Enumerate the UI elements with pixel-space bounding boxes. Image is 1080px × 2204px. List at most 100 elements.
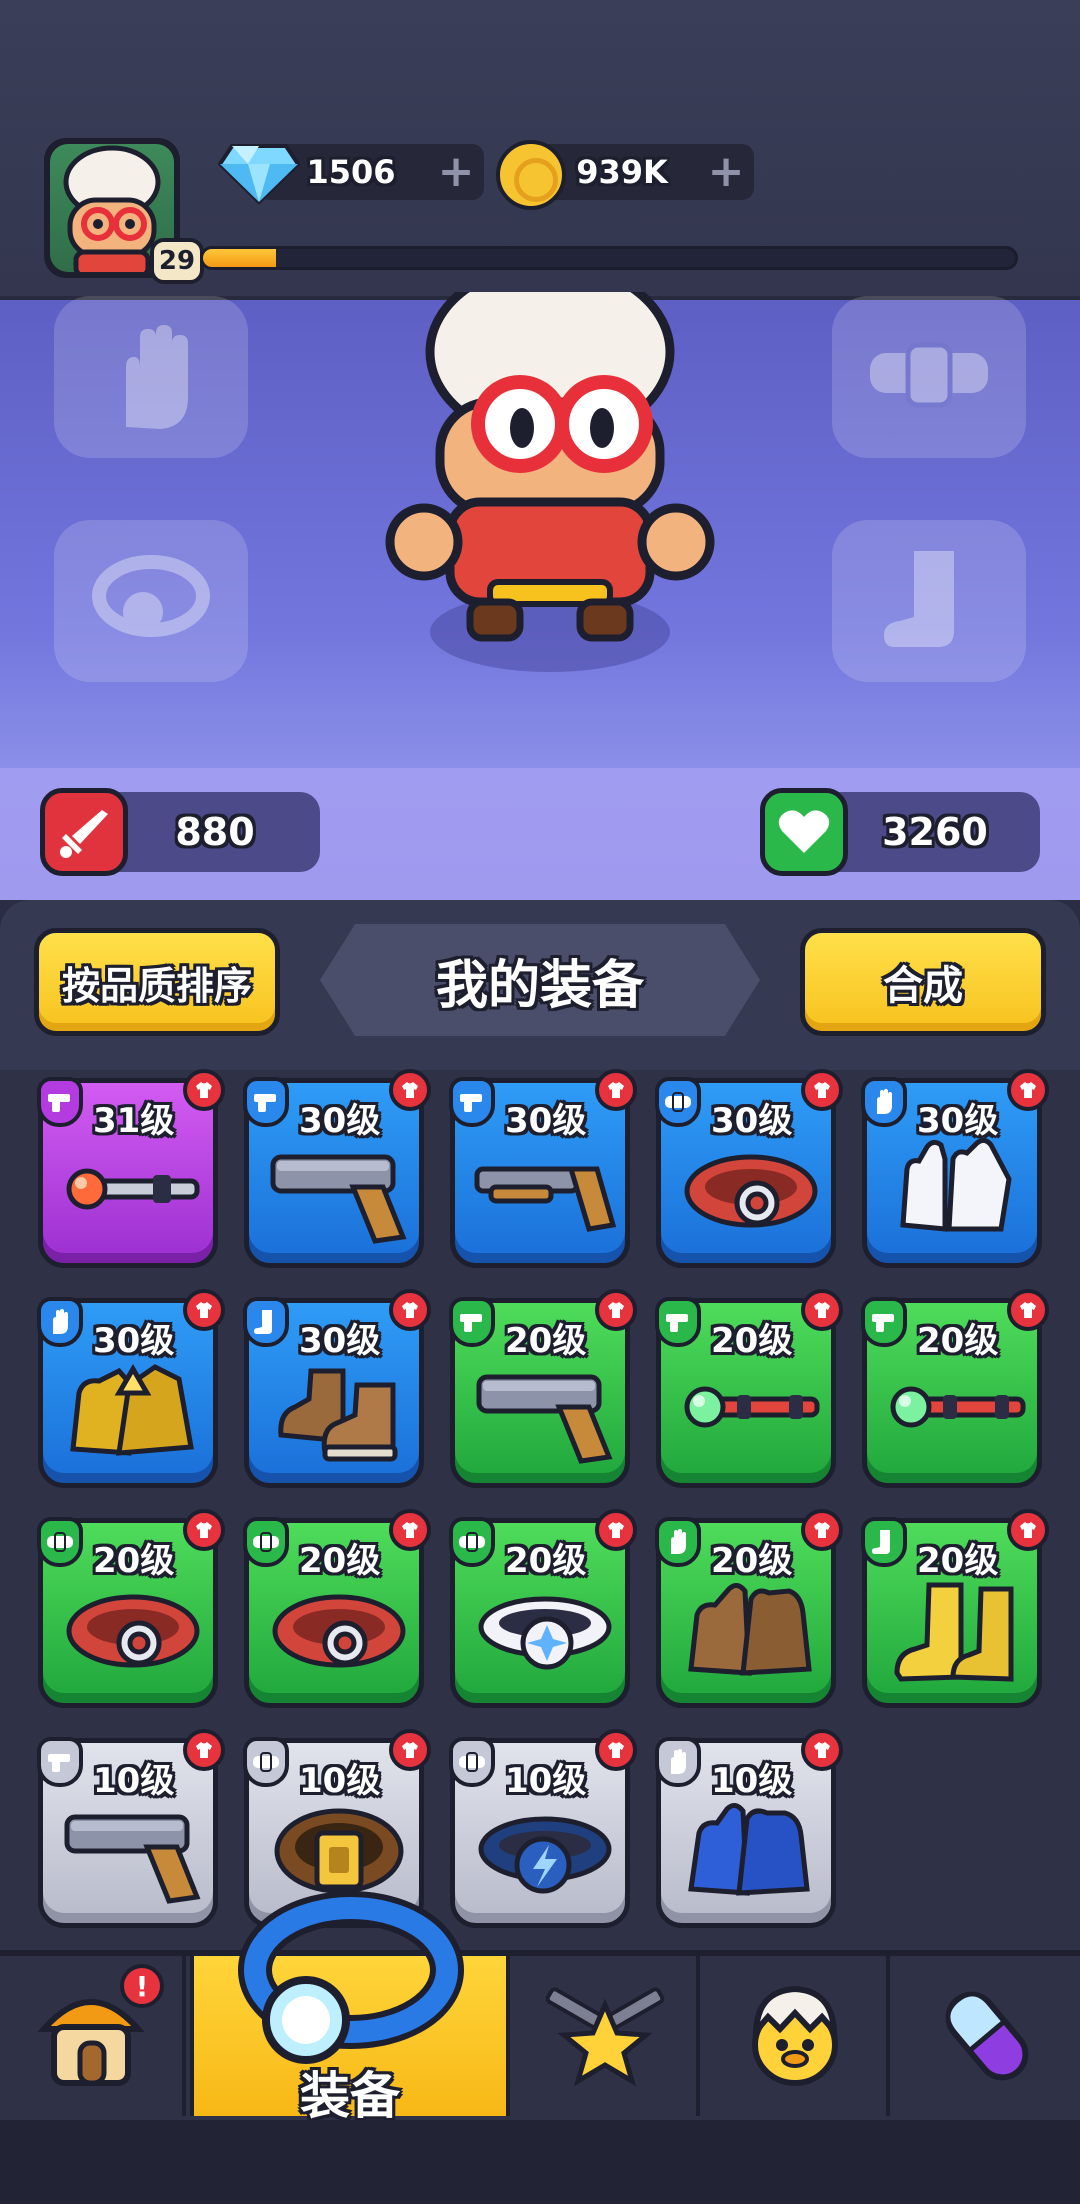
- equipment-card[interactable]: 30级: [655, 1069, 843, 1268]
- sort-by-quality-button[interactable]: 按品质排序: [34, 928, 280, 1036]
- item-level: 30级: [505, 1101, 587, 1141]
- ring-slot-icon: [92, 555, 210, 637]
- equipment-card[interactable]: 20级: [655, 1289, 843, 1488]
- sword-icon: [40, 788, 128, 876]
- upgrade-alert-icon: [389, 1069, 431, 1111]
- item-level: 10级: [299, 1761, 381, 1801]
- upgrade-alert-icon: [1007, 1509, 1049, 1551]
- item-level: 20级: [505, 1321, 587, 1361]
- equipment-card[interactable]: 20级: [861, 1509, 1049, 1708]
- boot-type-icon: [243, 1297, 289, 1347]
- upgrade-alert-icon: [389, 1509, 431, 1551]
- add-gems-button[interactable]: +: [436, 150, 476, 194]
- attack-value: 880: [175, 810, 255, 854]
- equipment-grid: 31级 30级 30级 30级 30级 30级 30级 20级 20级 20级 20级 20级 20级 2…: [37, 1069, 1049, 1938]
- equipment-card[interactable]: 20级: [655, 1509, 843, 1708]
- upgrade-alert-icon: [1007, 1289, 1049, 1331]
- staff-red-icon: [59, 1129, 207, 1249]
- item-level: 20级: [711, 1541, 793, 1581]
- upgrade-alert-icon: [389, 1289, 431, 1331]
- item-level: 30级: [917, 1101, 999, 1141]
- equipment-card[interactable]: 20级: [861, 1289, 1049, 1488]
- item-level: 20级: [917, 1541, 999, 1581]
- belt-red-icon: [677, 1129, 825, 1249]
- glove-slot-icon: [126, 325, 188, 429]
- ring-icon: [238, 1891, 464, 2064]
- shotgun-icon: [471, 1129, 619, 1249]
- xp-progress-bar: [200, 246, 1018, 270]
- belt-slot-icon: [870, 342, 988, 408]
- upgrade-alert-icon: [389, 1729, 431, 1771]
- boot-type-icon: [861, 1517, 907, 1567]
- shop-notification-badge: !: [120, 1964, 164, 2008]
- gloves-white-icon: [883, 1129, 1031, 1249]
- weapon-type-icon: [243, 1077, 289, 1127]
- slot-ring[interactable]: [54, 520, 248, 682]
- item-level: 30级: [93, 1321, 175, 1361]
- equipment-card[interactable]: 10级: [449, 1729, 637, 1928]
- item-level: 30级: [711, 1101, 793, 1141]
- belt-white-icon: [471, 1569, 619, 1689]
- equipment-card[interactable]: 30级: [243, 1069, 431, 1268]
- coin-icon: [496, 140, 566, 210]
- belt-type-icon: [449, 1737, 495, 1787]
- equipment-card[interactable]: 20级: [449, 1509, 637, 1708]
- panel-title: 我的装备: [320, 924, 760, 1036]
- nav-equipment-label: 装备: [300, 2067, 400, 2125]
- upgrade-alert-icon: [1007, 1069, 1049, 1111]
- item-level: 20级: [93, 1541, 175, 1581]
- item-level: 20级: [711, 1321, 793, 1361]
- slot-belt[interactable]: [832, 296, 1026, 458]
- hero-character: [385, 292, 715, 672]
- equipment-card[interactable]: 20级: [37, 1509, 225, 1708]
- item-level: 20级: [299, 1541, 381, 1581]
- item-level: 20级: [917, 1321, 999, 1361]
- nav-pet-tab[interactable]: [704, 1956, 890, 2116]
- slot-glove[interactable]: [54, 296, 248, 458]
- belt-type-icon: [37, 1517, 83, 1567]
- equipment-card[interactable]: 31级: [37, 1069, 225, 1268]
- equipment-card[interactable]: 30级: [449, 1069, 637, 1268]
- glove-type-icon: [37, 1297, 83, 1347]
- equipment-card[interactable]: 30级: [243, 1289, 431, 1488]
- nav-potion-tab[interactable]: [894, 1956, 1080, 2116]
- equipment-card[interactable]: 10级: [37, 1729, 225, 1928]
- upgrade-alert-icon: [183, 1509, 225, 1551]
- nav-talent-tab[interactable]: [514, 1956, 700, 2116]
- belt-type-icon: [655, 1077, 701, 1127]
- gloves-blue-icon: [677, 1789, 825, 1909]
- bottom-strip: [0, 2120, 1080, 2204]
- equipment-card[interactable]: 10级: [655, 1729, 843, 1928]
- upgrade-alert-icon: [183, 1729, 225, 1771]
- equipment-card[interactable]: 30级: [37, 1289, 225, 1488]
- upgrade-alert-icon: [595, 1729, 637, 1771]
- chick-egg-icon: [752, 1985, 838, 2086]
- glove-type-icon: [655, 1517, 701, 1567]
- item-level: 30级: [299, 1321, 381, 1361]
- equipment-card[interactable]: 20级: [449, 1289, 637, 1488]
- item-level: 31级: [93, 1101, 175, 1141]
- belt-type-icon: [243, 1517, 289, 1567]
- equipment-card[interactable]: 20级: [243, 1509, 431, 1708]
- pistol-icon: [265, 1129, 413, 1249]
- add-coins-button[interactable]: +: [706, 150, 746, 194]
- slot-boot[interactable]: [832, 520, 1026, 682]
- belt-type-icon: [243, 1737, 289, 1787]
- item-level: 30级: [299, 1101, 381, 1141]
- staff-green-icon: [883, 1349, 1031, 1469]
- staff-green-icon: [677, 1349, 825, 1469]
- health-value: 3260: [882, 810, 988, 854]
- upgrade-alert-icon: [801, 1289, 843, 1331]
- weapon-type-icon: [37, 1077, 83, 1127]
- item-level: 10级: [711, 1761, 793, 1801]
- weapon-type-icon: [449, 1077, 495, 1127]
- weapon-type-icon: [861, 1297, 907, 1347]
- xp-progress-fill: [203, 249, 277, 267]
- boot-slot-icon: [884, 551, 954, 647]
- upgrade-alert-icon: [801, 1729, 843, 1771]
- belt-blue-icon: [471, 1789, 619, 1909]
- equipment-card[interactable]: 30级: [861, 1069, 1049, 1268]
- weapon-type-icon: [37, 1737, 83, 1787]
- upgrade-alert-icon: [801, 1069, 843, 1111]
- merge-button[interactable]: 合成: [800, 928, 1046, 1036]
